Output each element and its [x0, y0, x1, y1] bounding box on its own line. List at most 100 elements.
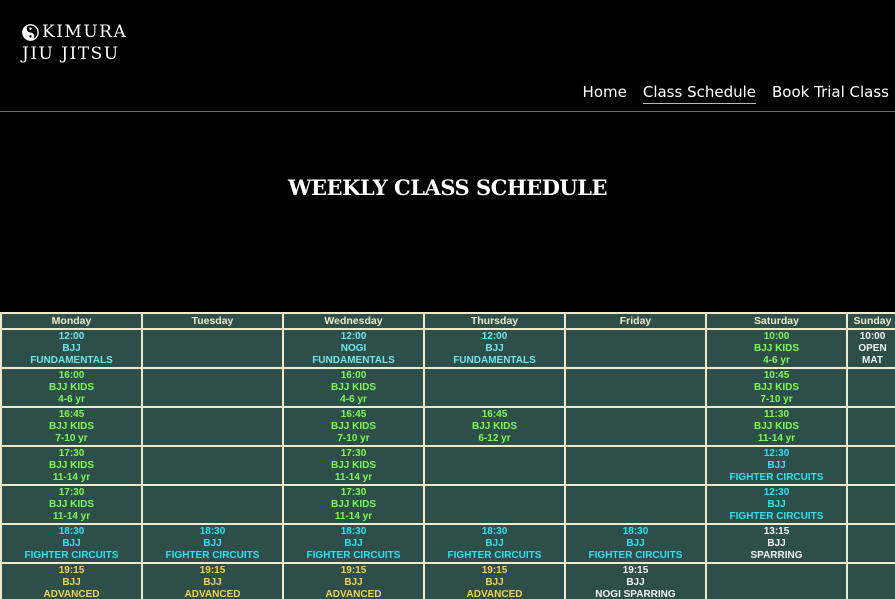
class-time: 17:30 [58, 486, 85, 498]
class-name: BJJ [344, 537, 363, 549]
empty-slot [848, 447, 895, 484]
schedule-body: 12:00 BJJ FUNDAMENTALS 12:00 NOGI FUNDAMENTAL… [2, 330, 895, 599]
class-time: 19:15 [58, 564, 85, 576]
nav-home-link[interactable]: Home [583, 82, 627, 104]
schedule-row: 16:45 BJJ KIDS 7-10 yr 16:45 BJJ KIDS 7-10 yr… [2, 408, 895, 445]
class-detail: MAT [862, 354, 883, 366]
class-name: BJJ [485, 537, 504, 549]
empty-slot [848, 486, 895, 523]
class-time: 19:15 [340, 564, 367, 576]
day-header-saturday: Saturday [707, 314, 846, 328]
class-time: 10:00 [859, 330, 886, 342]
class-detail: 4-6 yr [763, 354, 790, 366]
class-name: BJJ [767, 498, 786, 510]
day-header-tuesday: Tuesday [143, 314, 282, 328]
class-slot: 18:30 BJJ FIGHTER CIRCUITS [566, 525, 705, 562]
class-time: 12:30 [763, 486, 790, 498]
empty-slot [707, 564, 846, 599]
class-detail: 11-14 yr [52, 510, 91, 522]
class-detail: FIGHTER CIRCUITS [24, 549, 119, 561]
class-name: BJJ [203, 537, 222, 549]
class-name: BJJ KIDS [48, 459, 94, 471]
class-time: 16:45 [340, 408, 367, 420]
class-detail: NOGI SPARRING [595, 588, 676, 599]
class-slot: 19:15 BJJ ADVANCED [284, 564, 423, 599]
class-name: BJJ [485, 342, 504, 354]
empty-slot [848, 564, 895, 599]
class-time: 11:30 [763, 408, 790, 420]
class-name: BJJ KIDS [330, 420, 376, 432]
class-name: BJJ KIDS [48, 498, 94, 510]
class-time: 12:00 [58, 330, 85, 342]
class-detail: 7-10 yr [337, 432, 370, 444]
nav-class-schedule-link[interactable]: Class Schedule [642, 82, 757, 104]
class-name: BJJ KIDS [471, 420, 517, 432]
class-detail: 4-6 yr [340, 393, 367, 405]
empty-slot [143, 408, 282, 445]
class-time: 17:30 [58, 447, 85, 459]
class-name: BJJ KIDS [330, 498, 376, 510]
class-name: OPEN [858, 342, 887, 354]
yin-yang-icon [22, 24, 39, 41]
class-time: 16:00 [340, 369, 367, 381]
class-detail: 6-12 yr [478, 432, 511, 444]
class-name: BJJ [203, 576, 222, 588]
site-header: KIMURA JIU JITSU Home Class Schedule Boo… [0, 0, 895, 112]
class-name: BJJ [767, 537, 786, 549]
class-slot: 18:30 BJJ FIGHTER CIRCUITS [2, 525, 141, 562]
class-slot: 12:30 BJJ FIGHTER CIRCUITS [707, 447, 846, 484]
class-slot: 17:30 BJJ KIDS 11-14 yr [2, 486, 141, 523]
class-time: 19:15 [481, 564, 508, 576]
class-slot: 12:00 BJJ FUNDAMENTALS [425, 330, 564, 367]
day-header-sunday: Sunday [848, 314, 895, 328]
brand-name-line2: JIU JITSU [22, 44, 120, 64]
class-time: 16:45 [481, 408, 508, 420]
class-detail: FUNDAMENTALS [453, 354, 536, 366]
class-slot: 12:00 NOGI FUNDAMENTALS [284, 330, 423, 367]
class-detail: FUNDAMENTALS [30, 354, 113, 366]
class-time: 16:00 [58, 369, 85, 381]
class-slot: 10:45 BJJ KIDS 7-10 yr [707, 369, 846, 406]
empty-slot [143, 447, 282, 484]
empty-slot [143, 486, 282, 523]
class-detail: ADVANCED [466, 588, 523, 599]
class-slot: 19:15 BJJ ADVANCED [2, 564, 141, 599]
empty-slot [566, 486, 705, 523]
class-slot: 18:30 BJJ FIGHTER CIRCUITS [143, 525, 282, 562]
class-slot: 19:15 BJJ ADVANCED [425, 564, 564, 599]
class-name: BJJ KIDS [753, 420, 799, 432]
empty-slot [848, 369, 895, 406]
empty-slot [848, 408, 895, 445]
class-name: BJJ KIDS [330, 381, 376, 393]
class-detail: FIGHTER CIRCUITS [729, 471, 824, 483]
class-time: 16:45 [58, 408, 85, 420]
class-name: BJJ [626, 537, 645, 549]
empty-slot [566, 408, 705, 445]
schedule-table: Monday Tuesday Wednesday Thursday Friday… [0, 312, 895, 599]
schedule-row: 17:30 BJJ KIDS 11-14 yr 17:30 BJJ KIDS 11-14 … [2, 486, 895, 523]
class-detail: 11-14 yr [757, 432, 796, 444]
schedule-row: 17:30 BJJ KIDS 11-14 yr 17:30 BJJ KIDS 11-14 … [2, 447, 895, 484]
class-slot: 17:30 BJJ KIDS 11-14 yr [2, 447, 141, 484]
class-slot: 16:00 BJJ KIDS 4-6 yr [2, 369, 141, 406]
day-header-row: Monday Tuesday Wednesday Thursday Friday… [2, 314, 895, 328]
class-detail: FIGHTER CIRCUITS [447, 549, 542, 561]
nav-book-trial-class-link[interactable]: Book Trial Class [772, 82, 889, 104]
empty-slot [143, 369, 282, 406]
day-header-thursday: Thursday [425, 314, 564, 328]
class-name: BJJ [62, 342, 81, 354]
class-name: BJJ KIDS [753, 342, 799, 354]
page-title: WEEKLY CLASS SCHEDULE [287, 175, 608, 200]
class-slot: 16:00 BJJ KIDS 4-6 yr [284, 369, 423, 406]
class-slot: 10:00 OPEN MAT [848, 330, 895, 367]
class-slot: 19:15 BJJ ADVANCED [143, 564, 282, 599]
empty-slot [566, 330, 705, 367]
class-detail: FIGHTER CIRCUITS [306, 549, 401, 561]
empty-slot [566, 369, 705, 406]
class-time: 12:30 [763, 447, 790, 459]
class-name: BJJ [62, 576, 81, 588]
brand-name-line1: KIMURA [42, 22, 128, 42]
schedule-row: 18:30 BJJ FIGHTER CIRCUITS 18:30 BJJ FIGHTER … [2, 525, 895, 562]
class-name: BJJ KIDS [48, 381, 94, 393]
site-logo[interactable]: KIMURA JIU JITSU [22, 22, 142, 66]
